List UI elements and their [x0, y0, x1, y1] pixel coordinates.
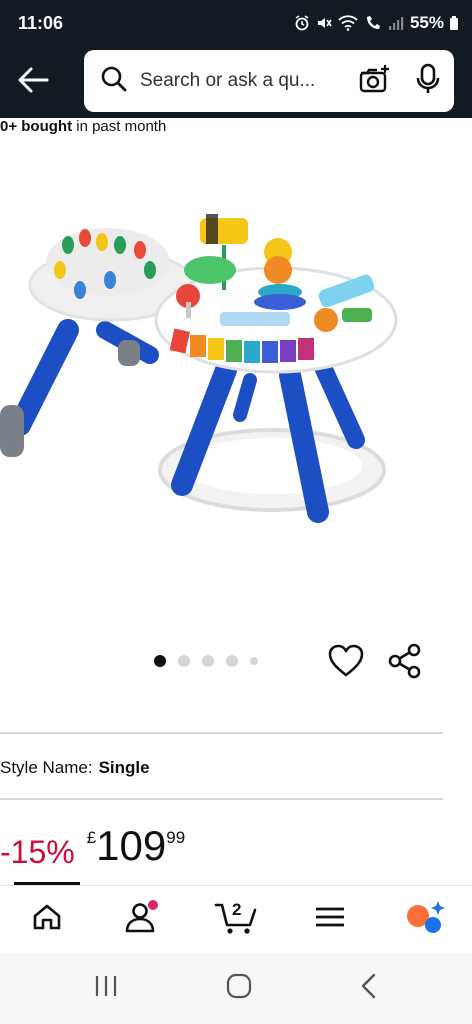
- nav-home[interactable]: [17, 890, 77, 950]
- search-icon: [100, 65, 128, 98]
- price-whole: 109: [96, 822, 167, 869]
- price-row: -15% £ 109 99: [0, 822, 185, 871]
- divider: [0, 798, 443, 800]
- add-to-wishlist-button[interactable]: [326, 642, 366, 680]
- product-image[interactable]: [0, 190, 472, 570]
- bottom-navigation: 2: [0, 885, 472, 953]
- microphone-icon[interactable]: [416, 63, 440, 100]
- battery-percent: 55%: [409, 13, 444, 32]
- discount-percent: -15%: [0, 834, 75, 870]
- nav-account[interactable]: [112, 890, 172, 950]
- carousel-dot[interactable]: [154, 655, 166, 667]
- battery-icon: [450, 16, 458, 30]
- status-bar: 11:06 55%: [0, 0, 472, 46]
- cart-count: 2: [231, 899, 242, 919]
- search-input[interactable]: Search or ask a qu...: [140, 70, 350, 92]
- carousel-dot[interactable]: [226, 655, 238, 667]
- search-bar[interactable]: Search or ask a qu...: [84, 50, 454, 112]
- share-icon: [386, 643, 424, 684]
- menu-icon: [315, 906, 345, 933]
- bought-in-past-month: 0+ bought in past month: [0, 118, 166, 135]
- back-system-icon[interactable]: [359, 973, 379, 1004]
- status-icons: 55%: [294, 13, 458, 33]
- signal-icon: [388, 15, 404, 31]
- camera-search-icon[interactable]: [358, 64, 390, 99]
- nav-rufus[interactable]: [395, 890, 455, 950]
- wifi-call-icon: [364, 15, 382, 31]
- heart-icon: [326, 644, 366, 684]
- status-time: 11:06: [18, 12, 64, 33]
- divider: [0, 732, 443, 734]
- recent-apps-icon[interactable]: [93, 974, 119, 1003]
- style-name-label: Style Name:: [0, 758, 93, 777]
- share-button[interactable]: [386, 642, 424, 680]
- carousel-dot[interactable]: [250, 657, 258, 665]
- carousel-dot[interactable]: [178, 655, 190, 667]
- image-carousel-dots[interactable]: [154, 655, 258, 667]
- wifi-icon: [338, 15, 358, 31]
- price-fraction: 99: [166, 828, 186, 847]
- alarm-icon: [294, 15, 310, 31]
- header: Search or ask a qu...: [0, 46, 472, 118]
- back-button[interactable]: [0, 46, 66, 118]
- nav-cart[interactable]: 2: [206, 890, 266, 950]
- home-button-icon[interactable]: [226, 973, 252, 1004]
- system-navigation-bar: [0, 953, 472, 1024]
- rufus-icon: [405, 899, 445, 940]
- account-icon: [124, 900, 160, 939]
- style-name-value: Single: [98, 758, 150, 777]
- home-icon: [32, 903, 62, 936]
- price-currency: £: [86, 828, 97, 847]
- nav-menu[interactable]: [300, 890, 360, 950]
- bought-suffix: in past month: [72, 118, 167, 135]
- style-name-row: Style Name: Single: [0, 758, 150, 778]
- carousel-dot[interactable]: [202, 655, 214, 667]
- bought-count: 0+ bought: [0, 118, 73, 135]
- mute-icon: [316, 15, 332, 31]
- arrow-left-icon: [17, 67, 49, 98]
